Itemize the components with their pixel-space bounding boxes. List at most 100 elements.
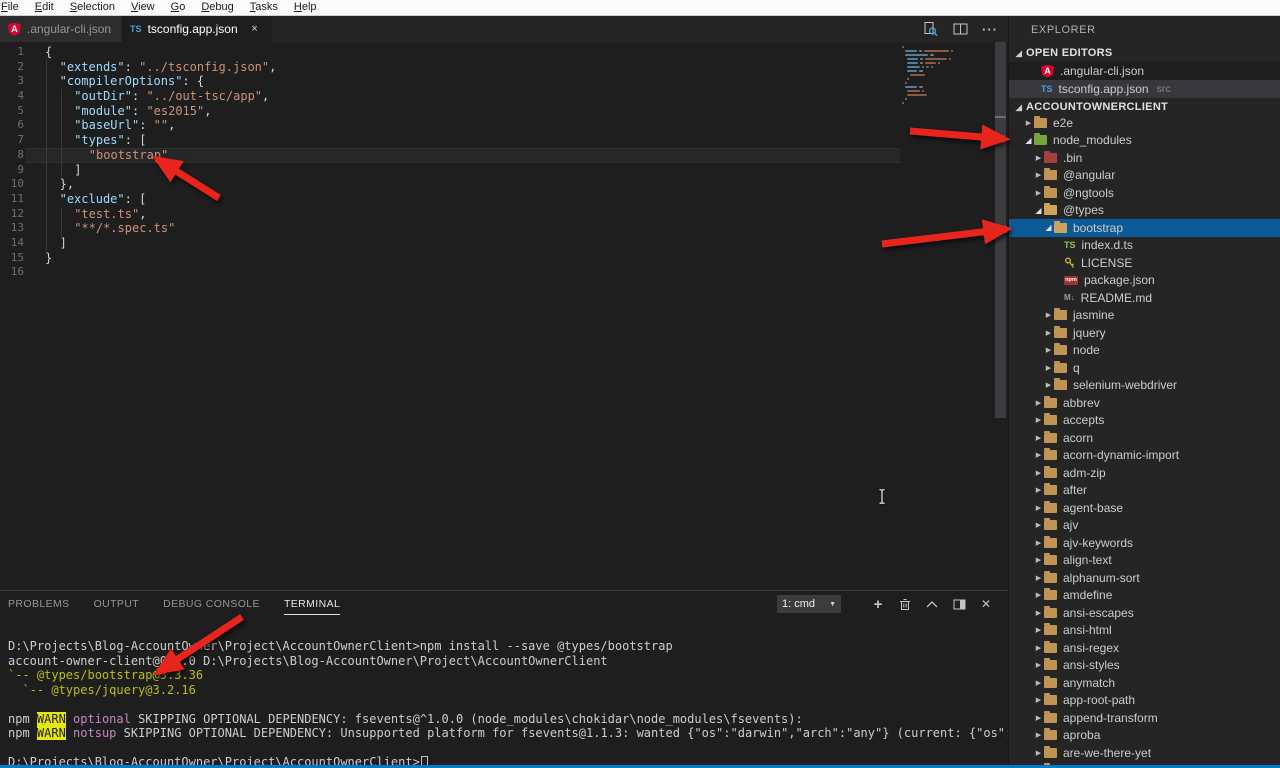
open-editors-header[interactable]: ◢ OPEN EDITORS [1009,44,1280,62]
tree-item-adm-zip[interactable]: ▶adm-zip [1009,464,1280,482]
menu-item-help[interactable]: Help [286,0,325,15]
code-line-14[interactable]: 14] [0,236,276,251]
menu-item-selection[interactable]: Selection [62,0,123,15]
terminal-shell-select[interactable]: 1: cmd ▼ [777,595,841,613]
tree-item-abbrev[interactable]: ▶abbrev [1009,394,1280,412]
tree-item--types[interactable]: ◢@types [1009,202,1280,220]
menu-item-view[interactable]: View [123,0,163,15]
tree-item-package-json[interactable]: npmpackage.json [1009,272,1280,290]
panel-tab-debug-console[interactable]: DEBUG CONSOLE [163,598,260,615]
tree-item-label: anymatch [1063,676,1115,690]
tree-item-jasmine[interactable]: ▶jasmine [1009,307,1280,325]
tree-item-acorn-dynamic-import[interactable]: ▶acorn-dynamic-import [1009,447,1280,465]
tree-item-node[interactable]: ▶node [1009,342,1280,360]
tree-item-append-transform[interactable]: ▶append-transform [1009,709,1280,727]
code-line-8[interactable]: 8"bootstrap" [0,148,276,163]
file-icon-folder [1044,555,1057,565]
split-panel-icon[interactable] [951,596,967,612]
panel-tab-terminal[interactable]: TERMINAL [284,598,340,615]
line-number: 5 [0,104,24,119]
tree-item-align-text[interactable]: ▶align-text [1009,552,1280,570]
panel-tab-output[interactable]: OUTPUT [94,598,140,615]
code-editor[interactable]: 1{2"extends": "../tsconfig.json",3"compi… [0,42,1008,590]
tree-item-ansi-escapes[interactable]: ▶ansi-escapes [1009,604,1280,622]
tree-item-ansi-styles[interactable]: ▶ansi-styles [1009,657,1280,675]
tree-item-q[interactable]: ▶q [1009,359,1280,377]
code-line-6[interactable]: 6"baseUrl": "", [0,118,276,133]
file-icon-angular: A [8,23,21,36]
kill-terminal-icon[interactable] [897,596,913,612]
folder-icon [1044,660,1057,670]
close-tab-icon[interactable]: × [248,23,262,35]
code-line-12[interactable]: 12"test.ts", [0,207,276,222]
tree-item-accepts[interactable]: ▶accepts [1009,412,1280,430]
code-line-1[interactable]: 1{ [0,45,276,60]
tree-item-e2e[interactable]: ▶e2e [1009,114,1280,132]
code-line-4[interactable]: 4"outDir": "../out-tsc/app", [0,89,276,104]
tree-item-label: selenium-webdriver [1073,378,1177,392]
menu-item-go[interactable]: Go [163,0,194,15]
expand-icon: ▶ [1043,346,1054,354]
maximize-panel-icon[interactable] [924,596,940,612]
expand-icon: ▶ [1033,171,1044,179]
close-panel-icon[interactable]: ✕ [978,596,994,612]
tree-item-README-md[interactable]: M↓README.md [1009,289,1280,307]
code-line-7[interactable]: 7"types": [ [0,133,276,148]
tree-item-app-root-path[interactable]: ▶app-root-path [1009,692,1280,710]
new-terminal-icon[interactable]: + [870,596,886,612]
open-editor-tsconfig-app-json[interactable]: TStsconfig.app.jsonsrc [1009,80,1280,98]
tree-item-label: amdefine [1063,588,1112,602]
split-editor-icon[interactable] [952,21,968,37]
menu-item-edit[interactable]: Edit [27,0,62,15]
open-preview-icon[interactable] [922,21,938,37]
tree-item-are-we-there-yet[interactable]: ▶are-we-there-yet [1009,744,1280,762]
minimap-line [902,78,982,80]
terminal-output[interactable]: D:\Projects\Blog-AccountOwner\Project\Ac… [8,639,998,768]
tree-item-ansi-regex[interactable]: ▶ansi-regex [1009,639,1280,657]
tree-item-label: align-text [1063,553,1112,567]
tree-item-agent-base[interactable]: ▶agent-base [1009,499,1280,517]
tree-item-index-d-ts[interactable]: TSindex.d.ts [1009,237,1280,255]
tree-item-label: package.json [1084,273,1155,287]
code-line-2[interactable]: 2"extends": "../tsconfig.json", [0,60,276,75]
tree-item-ajv[interactable]: ▶ajv [1009,517,1280,535]
tree-item-ansi-html[interactable]: ▶ansi-html [1009,622,1280,640]
code-line-3[interactable]: 3"compilerOptions": { [0,74,276,89]
tree-item-ajv-keywords[interactable]: ▶ajv-keywords [1009,534,1280,552]
tree-item-selenium-webdriver[interactable]: ▶selenium-webdriver [1009,377,1280,395]
minimap[interactable] [902,46,982,110]
menu-item-file[interactable]: File [0,0,27,15]
tree-item-jquery[interactable]: ▶jquery [1009,324,1280,342]
menu-item-tasks[interactable]: Tasks [242,0,286,15]
tree-item-label: agent-base [1063,501,1123,515]
more-actions-icon[interactable]: ··· [982,22,998,37]
panel-tab-problems[interactable]: PROBLEMS [8,598,70,615]
code-line-11[interactable]: 11"exclude": [ [0,192,276,207]
tree-item--ngtools[interactable]: ▶@ngtools [1009,184,1280,202]
code-line-13[interactable]: 13"**/*.spec.ts" [0,221,276,236]
tree-item--angular[interactable]: ▶@angular [1009,167,1280,185]
bottom-panel: PROBLEMS OUTPUT DEBUG CONSOLE TERMINAL 1: c… [0,590,1008,765]
tree-item-bootstrap[interactable]: ◢bootstrap [1009,219,1280,237]
open-editor--angular-cli-json[interactable]: A.angular-cli.json [1009,62,1280,80]
code-line-15[interactable]: 15} [0,251,276,266]
tab--angular-cli-json[interactable]: A.angular-cli.json [0,16,121,42]
tab-tsconfig-app-json[interactable]: TStsconfig.app.json× [122,16,272,42]
tree-item-LICENSE[interactable]: LICENSE [1009,254,1280,272]
editor-scrollbar[interactable] [995,42,1006,418]
tree-item-amdefine[interactable]: ▶amdefine [1009,587,1280,605]
menu-item-debug[interactable]: Debug [193,0,241,15]
tree-item-label: aproba [1063,728,1100,742]
tree-item-node-modules[interactable]: ◢node_modules [1009,132,1280,150]
code-line-5[interactable]: 5"module": "es2015", [0,104,276,119]
tree-item-alphanum-sort[interactable]: ▶alphanum-sort [1009,569,1280,587]
tree-item-anymatch[interactable]: ▶anymatch [1009,674,1280,692]
code-line-16[interactable]: 16 [0,265,276,280]
tree-item-acorn[interactable]: ▶acorn [1009,429,1280,447]
tree-item-after[interactable]: ▶after [1009,482,1280,500]
code-line-10[interactable]: 10}, [0,177,276,192]
tree-item-aproba[interactable]: ▶aproba [1009,727,1280,745]
tree-item--bin[interactable]: ▶.bin [1009,149,1280,167]
file-icon-folder [1044,485,1057,495]
code-line-9[interactable]: 9] [0,163,276,178]
